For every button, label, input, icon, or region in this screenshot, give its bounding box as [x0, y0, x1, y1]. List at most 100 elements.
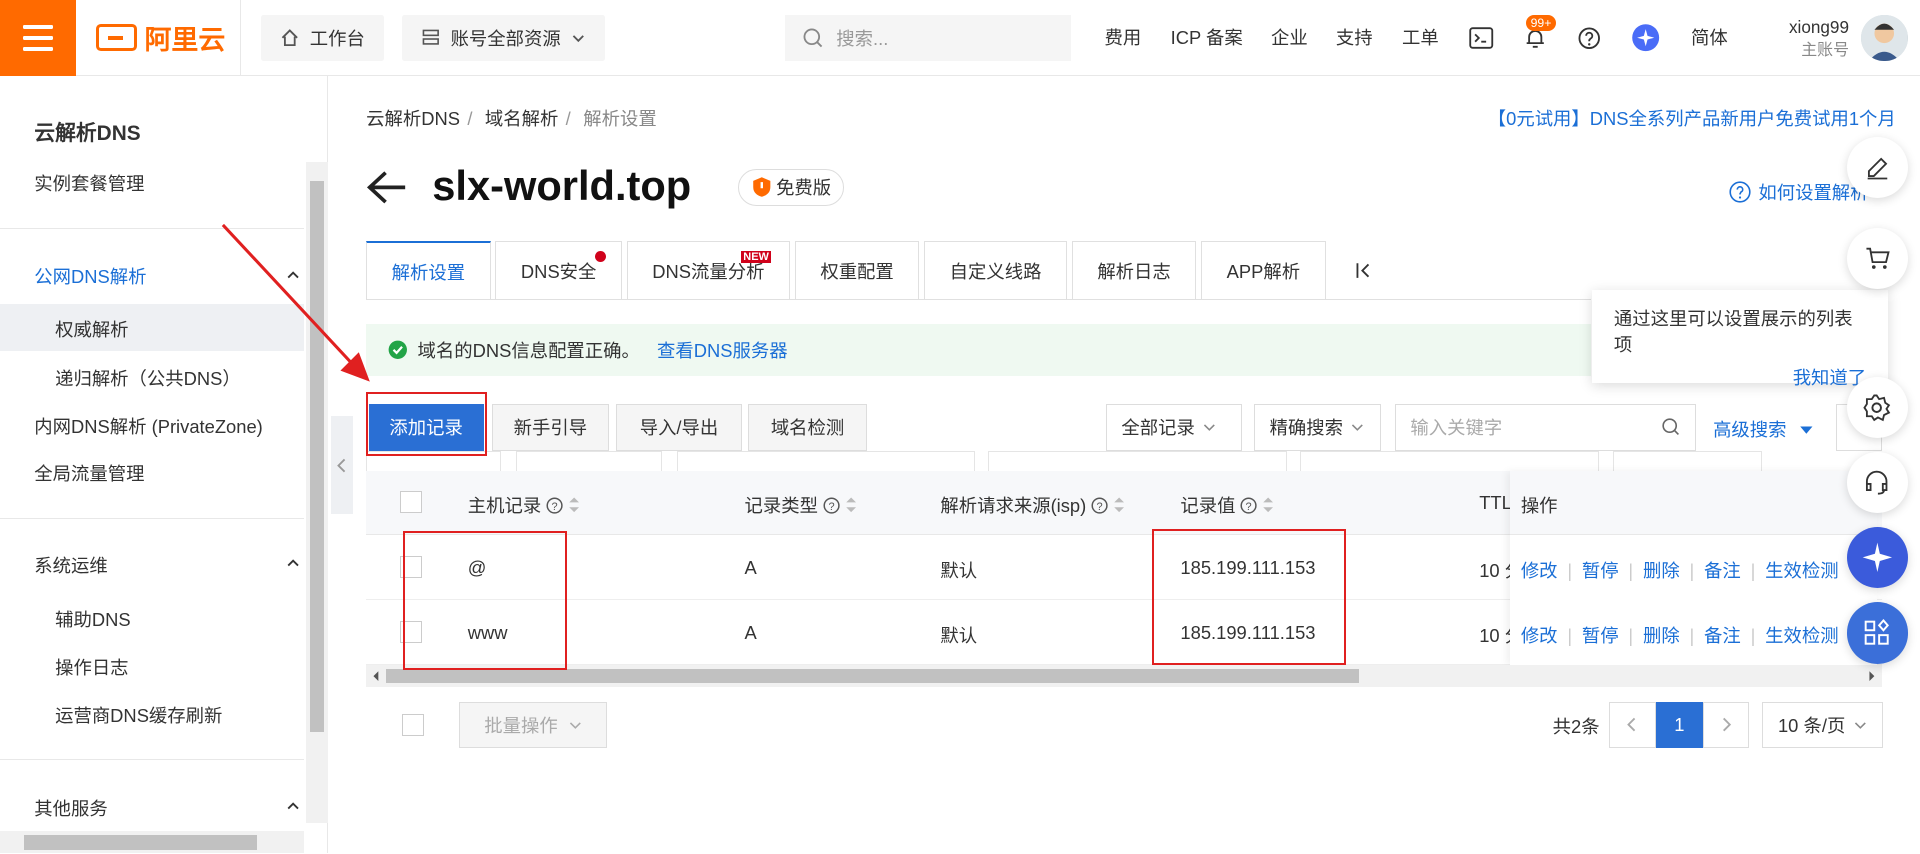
page-size-select[interactable]: 10 条/页	[1762, 701, 1884, 749]
edit-feedback-icon[interactable]	[1846, 137, 1908, 199]
advanced-search-button[interactable]: 高级搜索	[1713, 416, 1814, 442]
select-all-checkbox[interactable]	[400, 491, 423, 514]
gear-icon[interactable]	[1846, 377, 1908, 439]
actions-column: 操作 修改 | 暂停 | 删除 | 备注 | 生效检测 修改 | 暂停 | 删除 | 备注 | 生效检测	[1509, 471, 1878, 665]
col-line[interactable]: 解析请求来源(isp)?	[940, 492, 1125, 518]
sidebar-item-op-log[interactable]: 操作日志	[55, 654, 128, 680]
sidebar-item-aux-dns[interactable]: 辅助DNS	[55, 606, 130, 632]
match-mode-select[interactable]: 精确搜索	[1253, 404, 1382, 451]
next-page-button[interactable]	[1703, 701, 1749, 749]
language-switch[interactable]: 简体	[1691, 24, 1728, 50]
search-icon[interactable]	[1661, 417, 1681, 437]
tab-dns-security[interactable]: DNS安全	[495, 241, 622, 300]
footer-select-all-checkbox[interactable]	[401, 713, 424, 736]
nav-fees[interactable]: 费用	[1104, 24, 1141, 50]
got-it-button[interactable]: 我知道了	[1614, 364, 1866, 390]
ai-sparkle-icon[interactable]	[1846, 526, 1908, 588]
type-cell: A	[744, 622, 757, 644]
import-export-button[interactable]: 导入/导出	[615, 404, 743, 451]
nav-enterprise[interactable]: 企业	[1271, 24, 1308, 50]
sidebar-h-scrollbar[interactable]	[0, 831, 304, 854]
col-ttl[interactable]: TTL	[1479, 492, 1512, 514]
record-filter-select[interactable]: 全部记录	[1105, 404, 1242, 451]
nav-ticket[interactable]: 工单	[1402, 24, 1439, 50]
check-effect-link[interactable]: 生效检测	[1765, 560, 1838, 581]
remark-link[interactable]: 备注	[1704, 560, 1741, 581]
user-info[interactable]: xiong99 主账号	[1785, 15, 1849, 64]
batch-ops-button[interactable]: 批量操作	[459, 701, 608, 749]
prev-page-button[interactable]	[1608, 701, 1656, 749]
tab-resolve-settings[interactable]: 解析设置	[366, 241, 491, 300]
nav-icp[interactable]: ICP 备案	[1171, 24, 1243, 50]
tooltip-text: 通过这里可以设置展示的列表项	[1613, 307, 1853, 355]
info-icon: ?	[1240, 497, 1258, 514]
sidebar-item-global-traffic[interactable]: 全局流量管理	[34, 460, 144, 486]
col-value[interactable]: 记录值?	[1180, 492, 1274, 518]
col-type[interactable]: 记录类型?	[744, 492, 857, 518]
col-host[interactable]: 主机记录?	[468, 492, 581, 518]
scroll-right-icon[interactable]	[1867, 670, 1877, 682]
sidebar-item-ops[interactable]: 系统运维	[34, 552, 107, 578]
sidebar-item-public-dns[interactable]: 公网DNS解析	[34, 263, 146, 289]
remark-link[interactable]: 备注	[1704, 625, 1741, 646]
breadcrumb-item: 解析设置	[583, 108, 657, 130]
chevron-down-icon	[1854, 721, 1866, 729]
check-effect-link[interactable]: 生效检测	[1765, 625, 1838, 646]
guide-button[interactable]: 新手引导	[492, 404, 609, 451]
pause-link[interactable]: 暂停	[1582, 560, 1619, 581]
scrollbar-thumb[interactable]	[24, 835, 258, 850]
annotation-arrow	[221, 224, 370, 383]
workbench-button[interactable]: 工作台	[260, 14, 385, 62]
global-search-input[interactable]: 搜索...	[784, 14, 1072, 62]
terminal-icon[interactable]	[1467, 23, 1496, 52]
pause-link[interactable]: 暂停	[1582, 625, 1619, 646]
chevron-up-icon[interactable]	[287, 557, 299, 569]
breadcrumb: 云解析DNS / 域名解析 / 解析设置	[366, 108, 657, 130]
sidebar-item-cache-refresh[interactable]: 运营商DNS缓存刷新	[55, 702, 222, 728]
sidebar-collapse-handle[interactable]	[330, 416, 353, 515]
tab-resolve-log[interactable]: 解析日志	[1071, 241, 1197, 300]
edit-link[interactable]: 修改	[1521, 560, 1558, 581]
tab-custom-line[interactable]: 自定义线路	[924, 241, 1067, 300]
nav-support[interactable]: 支持	[1336, 24, 1373, 50]
divider	[366, 298, 1591, 300]
edition-badge: 免费版	[738, 168, 845, 206]
info-icon: ?	[823, 497, 840, 514]
apps-grid-icon[interactable]	[1846, 602, 1908, 664]
edit-link[interactable]: 修改	[1521, 625, 1558, 646]
chevron-up-icon[interactable]	[287, 800, 299, 812]
scroll-left-icon[interactable]	[371, 670, 381, 682]
scrollbar-thumb[interactable]	[385, 668, 1360, 684]
chevron-down-icon	[1204, 424, 1216, 431]
view-dns-servers-link[interactable]: 查看DNS服务器	[657, 337, 788, 363]
delete-link[interactable]: 删除	[1643, 625, 1680, 646]
domain-check-button[interactable]: 域名检测	[748, 404, 867, 451]
sidebar-item-private-zone[interactable]: 内网DNS解析 (PrivateZone)	[34, 413, 263, 439]
keyword-input[interactable]: 输入关键字	[1394, 404, 1696, 451]
help-link[interactable]: 如何设置解析	[1729, 179, 1869, 205]
delete-link[interactable]: 删除	[1643, 560, 1680, 581]
cart-icon[interactable]	[1846, 227, 1908, 289]
back-arrow-icon[interactable]	[366, 169, 408, 206]
tab-scroll-left-icon[interactable]	[1330, 241, 1372, 300]
notification-badge: 99+	[1525, 14, 1557, 32]
menu-icon[interactable]	[0, 0, 76, 76]
resources-dropdown[interactable]: 账号全部资源	[401, 14, 605, 62]
page-number[interactable]: 1	[1655, 701, 1704, 749]
table-h-scrollbar[interactable]	[366, 664, 1883, 687]
sidebar-item-instance[interactable]: 实例套餐管理	[34, 170, 144, 196]
tab-app-resolve[interactable]: APP解析	[1201, 241, 1326, 300]
breadcrumb-item[interactable]: 云解析DNS	[366, 108, 460, 129]
headset-icon[interactable]	[1846, 451, 1908, 514]
help-icon[interactable]	[1575, 23, 1604, 52]
avatar[interactable]	[1861, 14, 1908, 62]
sidebar-item-recursive[interactable]: 递归解析（公共DNS）	[55, 365, 241, 391]
breadcrumb-item[interactable]: 域名解析	[485, 108, 558, 129]
tab-weight-config[interactable]: 权重配置	[794, 241, 920, 300]
sidebar-item-other[interactable]: 其他服务	[34, 795, 107, 821]
sort-icon	[569, 497, 580, 513]
promo-link[interactable]: 【0元试用】DNS全系列产品新用户免费试用1个月	[1488, 105, 1896, 131]
chevron-left-icon	[336, 458, 345, 473]
ai-assistant-icon[interactable]	[1631, 23, 1660, 52]
aliyun-logo[interactable]: 阿里云	[95, 21, 225, 55]
